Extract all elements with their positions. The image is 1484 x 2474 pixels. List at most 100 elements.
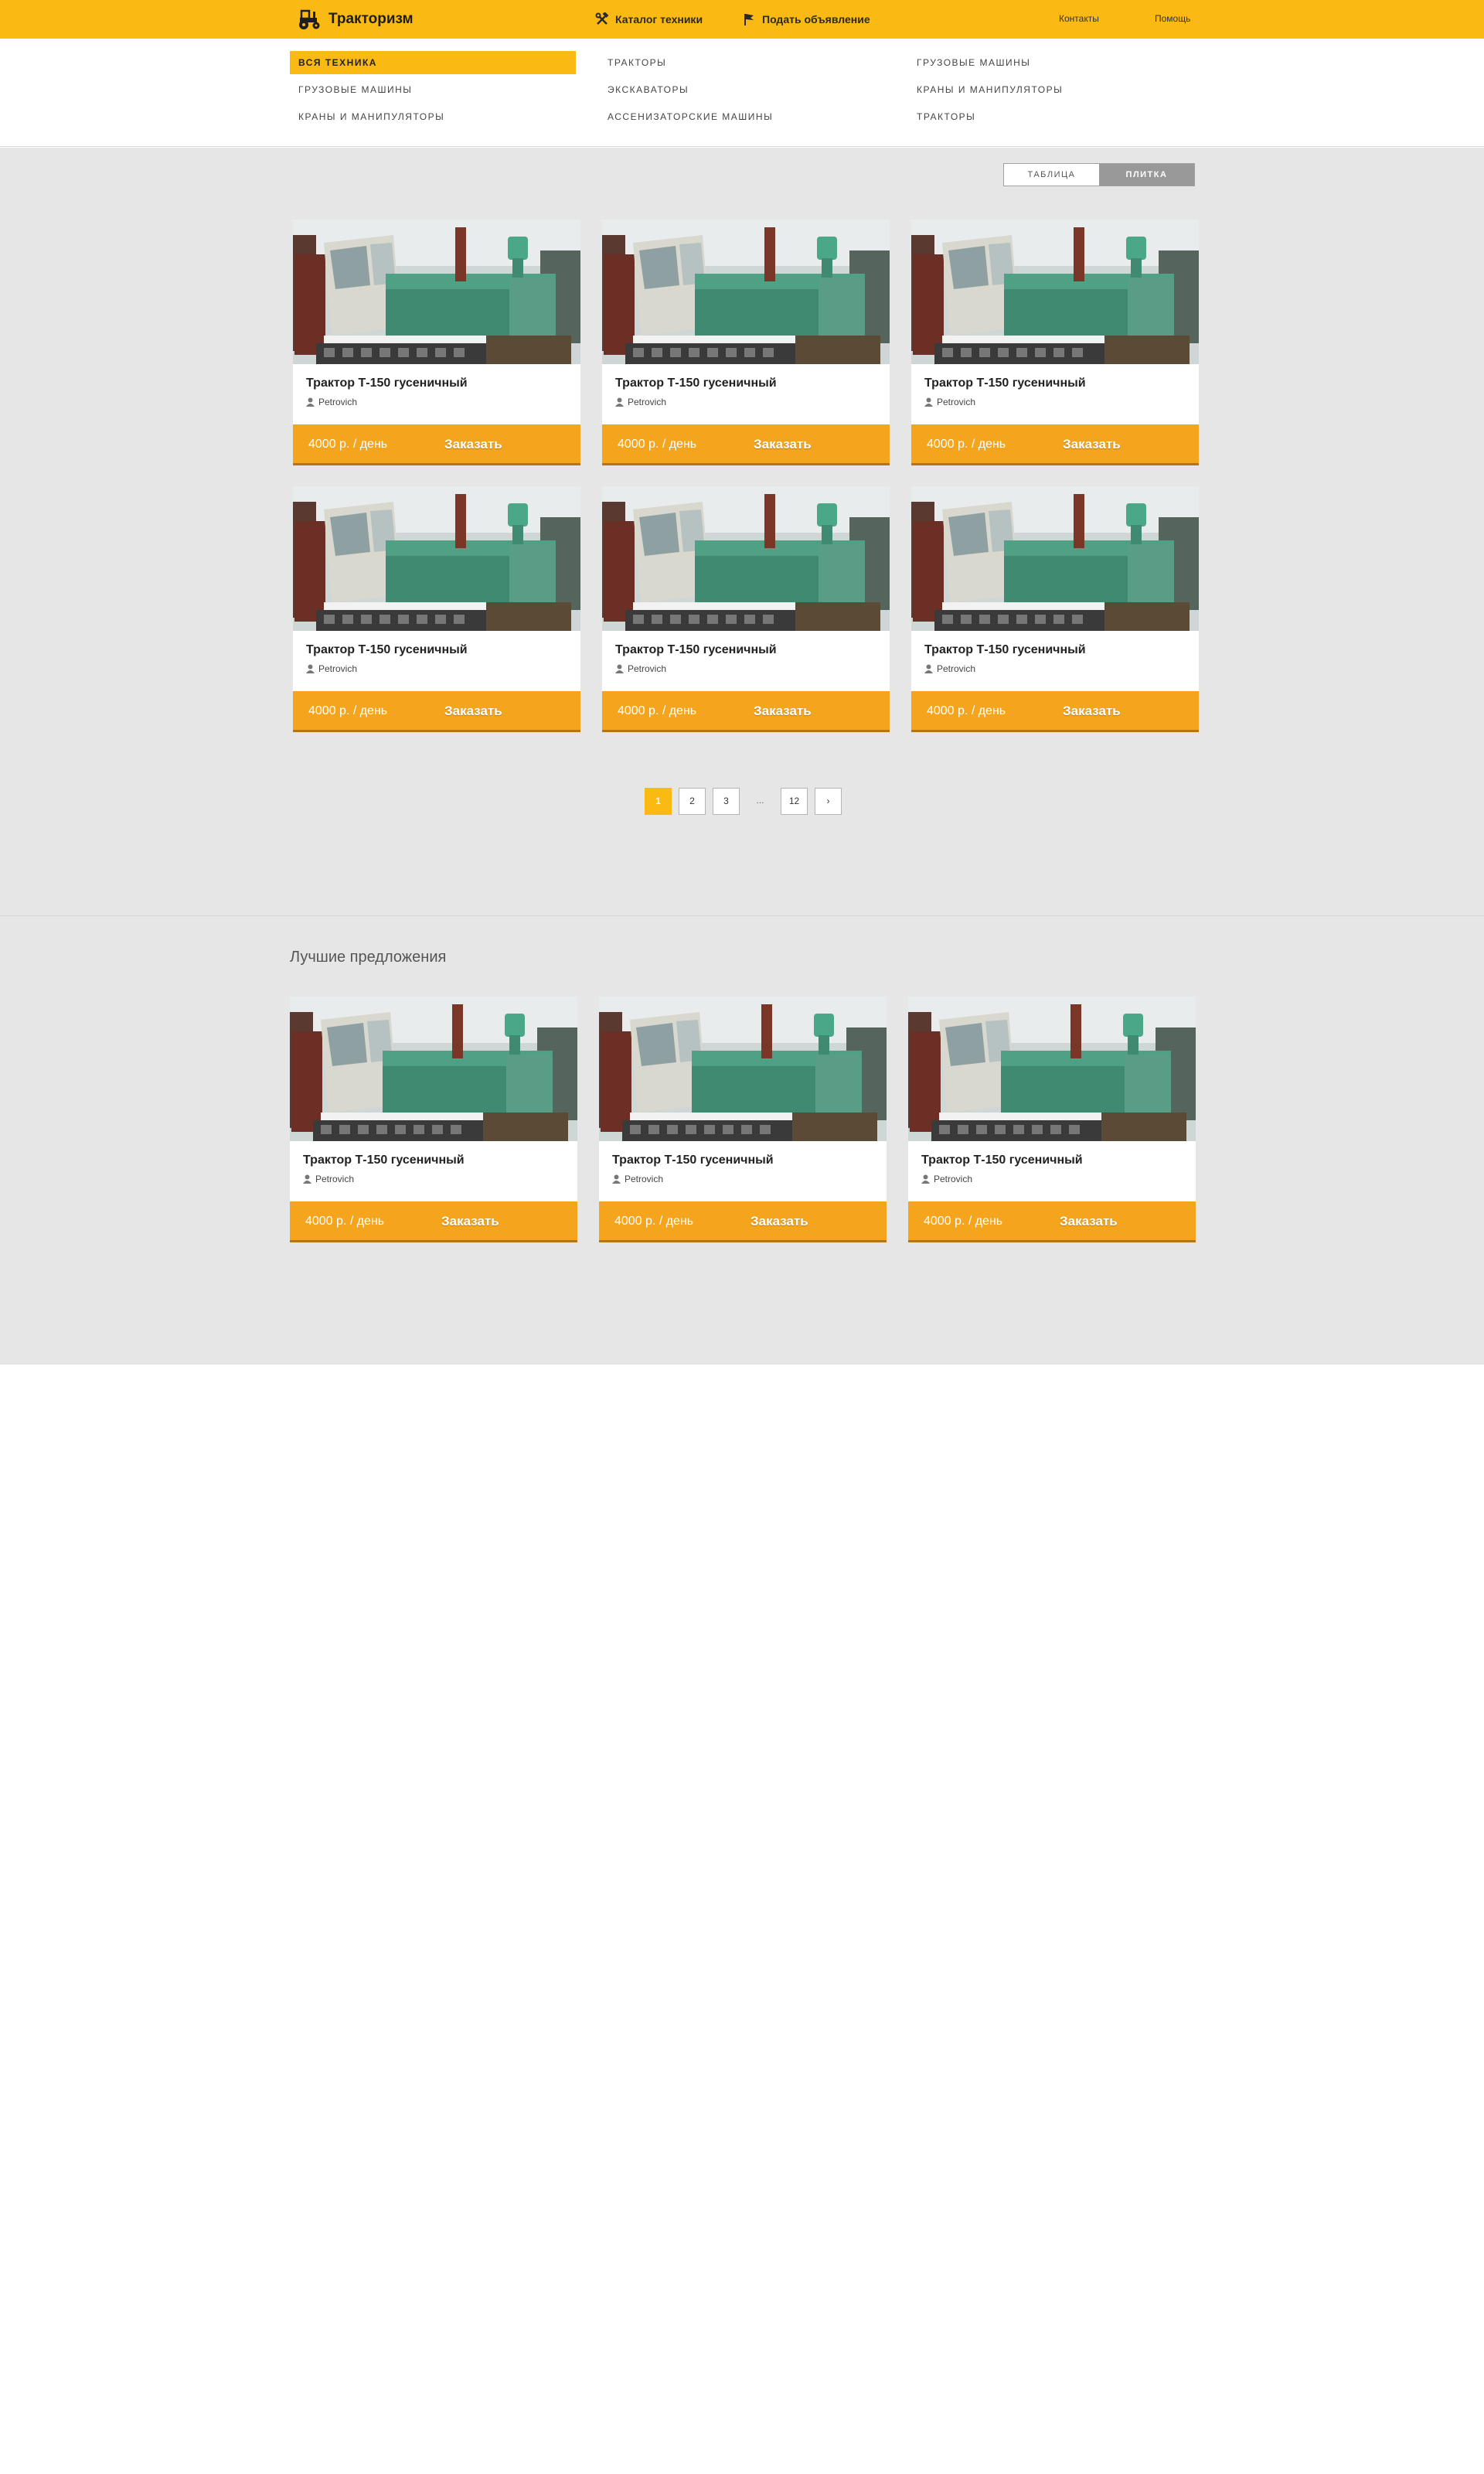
category-all[interactable]: Вся техника (290, 51, 576, 74)
pagination: 1 2 3 ... 12 › (645, 788, 842, 815)
logo[interactable]: Тракторизм (298, 9, 414, 30)
view-table-button[interactable]: Таблица (1004, 164, 1099, 186)
listing-price: 4000 р. / день (927, 438, 1006, 451)
flag-icon (744, 14, 754, 26)
contacts-link[interactable]: Контакты (1059, 13, 1099, 24)
offer-card[interactable]: Трактор Т-150 гусеничный Petrovich 4000 … (290, 997, 577, 1242)
order-button[interactable]: Заказать (444, 704, 502, 719)
page-2-button[interactable]: 2 (679, 788, 706, 815)
order-button[interactable]: Заказать (754, 704, 812, 719)
offer-title[interactable]: Трактор Т-150 гусеничный (612, 1154, 774, 1167)
offer-author: Petrovich (303, 1174, 354, 1184)
listing-title[interactable]: Трактор Т-150 гусеничный (306, 377, 468, 390)
category-tractors[interactable]: Тракторы (599, 51, 885, 74)
best-offers-section: Лучшие предложения Трактор Т-150 гусенич… (0, 915, 1484, 1365)
category-cranes[interactable]: Краны и манипуляторы (908, 78, 1194, 101)
tractor-photo (293, 486, 580, 631)
order-button[interactable]: Заказать (1063, 437, 1121, 452)
user-icon (924, 397, 933, 407)
listing-card[interactable]: Трактор Т-150 гусеничный Petrovich 4000 … (911, 486, 1199, 732)
listing-card[interactable]: Трактор Т-150 гусеничный Petrovich 4000 … (911, 220, 1199, 465)
category-cranes[interactable]: Краны и манипуляторы (290, 105, 576, 128)
help-link[interactable]: Помощь (1155, 13, 1190, 24)
best-offers-title: Лучшие предложения (290, 949, 447, 966)
offer-price: 4000 р. / день (614, 1215, 694, 1228)
listing-author-name: Petrovich (628, 397, 667, 407)
user-icon (924, 664, 933, 673)
category-tractors[interactable]: Тракторы (908, 105, 1194, 128)
offer-price: 4000 р. / день (305, 1215, 385, 1228)
page-ellipsis: ... (756, 795, 764, 806)
listing-price: 4000 р. / день (618, 438, 697, 451)
listing-card[interactable]: Трактор Т-150 гусеничный Petrovich 4000 … (602, 220, 890, 465)
listing-order-bar: 4000 р. / день Заказать (293, 424, 580, 465)
page-12-button[interactable]: 12 (781, 788, 808, 815)
order-button[interactable]: Заказать (1063, 704, 1121, 719)
listing-order-bar: 4000 р. / день Заказать (602, 424, 890, 465)
page-3-button[interactable]: 3 (713, 788, 740, 815)
tractor-photo (908, 997, 1196, 1141)
category-menu: Вся техника Тракторы Грузовые машины Гру… (0, 39, 1484, 147)
category-sewage-trucks[interactable]: Ассенизаторские машины (599, 105, 885, 128)
listing-card[interactable]: Трактор Т-150 гусеничный Petrovich 4000 … (293, 486, 580, 732)
view-toggle: Таблица Плитка (1003, 163, 1195, 186)
listing-title[interactable]: Трактор Т-150 гусеничный (924, 643, 1086, 657)
page-1-button[interactable]: 1 (645, 788, 672, 815)
listing-author: Petrovich (924, 397, 975, 407)
listing-card[interactable]: Трактор Т-150 гусеничный Petrovich 4000 … (602, 486, 890, 732)
listing-title[interactable]: Трактор Т-150 гусеничный (306, 643, 468, 657)
listing-author-name: Petrovich (318, 397, 358, 407)
listing-price: 4000 р. / день (308, 704, 388, 717)
offer-price: 4000 р. / день (924, 1215, 1003, 1228)
listing-author: Petrovich (306, 663, 357, 674)
category-excavators[interactable]: Экскаваторы (599, 78, 885, 101)
listing-author-name: Petrovich (937, 397, 976, 407)
listing-price: 4000 р. / день (618, 704, 697, 717)
offer-order-bar: 4000 р. / день Заказать (908, 1201, 1196, 1242)
user-icon (615, 664, 624, 673)
listing-author: Petrovich (615, 397, 666, 407)
logo-text: Тракторизм (328, 11, 414, 27)
listing-title[interactable]: Трактор Т-150 гусеничный (615, 377, 777, 390)
category-grid: Вся техника Тракторы Грузовые машины Гру… (290, 51, 1194, 128)
user-icon (615, 397, 624, 407)
listing-price: 4000 р. / день (927, 704, 1006, 717)
page-blank-area (0, 1365, 1484, 2474)
order-button[interactable]: Заказать (751, 1214, 808, 1229)
category-trucks[interactable]: Грузовые машины (290, 78, 576, 101)
listings-section: Таблица Плитка Трактор Т-150 гусеничный … (0, 148, 1484, 915)
offer-order-bar: 4000 р. / день Заказать (599, 1201, 887, 1242)
order-button[interactable]: Заказать (444, 437, 502, 452)
listing-order-bar: 4000 р. / день Заказать (293, 691, 580, 732)
user-icon (306, 397, 315, 407)
next-page-button[interactable]: › (815, 788, 842, 815)
listing-title[interactable]: Трактор Т-150 гусеничный (924, 377, 1086, 390)
listing-card[interactable]: Трактор Т-150 гусеничный Petrovich 4000 … (293, 220, 580, 465)
tractor-photo (602, 486, 890, 631)
listing-author-name: Petrovich (937, 663, 976, 674)
listing-author: Petrovich (306, 397, 357, 407)
offer-card[interactable]: Трактор Т-150 гусеничный Petrovich 4000 … (599, 997, 887, 1242)
user-icon (921, 1174, 930, 1184)
order-button[interactable]: Заказать (1060, 1214, 1118, 1229)
offer-title[interactable]: Трактор Т-150 гусеничный (303, 1154, 465, 1167)
top-header: Тракторизм Каталог техники Подать объявл… (0, 0, 1484, 39)
tractor-photo (911, 220, 1199, 364)
listing-price: 4000 р. / день (308, 438, 388, 451)
category-trucks[interactable]: Грузовые машины (908, 51, 1194, 74)
header-inner: Тракторизм Каталог техники Подать объявл… (290, 0, 1194, 39)
offer-author: Petrovich (612, 1174, 663, 1184)
order-button[interactable]: Заказать (754, 437, 812, 452)
offer-title[interactable]: Трактор Т-150 гусеничный (921, 1154, 1083, 1167)
order-button[interactable]: Заказать (441, 1214, 499, 1229)
post-ad-link[interactable]: Подать объявление (742, 12, 870, 26)
best-offers-grid: Трактор Т-150 гусеничный Petrovich 4000 … (290, 997, 1196, 1242)
offer-author-name: Petrovich (625, 1174, 664, 1184)
listing-title[interactable]: Трактор Т-150 гусеничный (615, 643, 777, 657)
tools-icon (595, 12, 609, 25)
catalog-link[interactable]: Каталог техники (595, 12, 703, 26)
tractor-photo (599, 997, 887, 1141)
view-tile-button[interactable]: Плитка (1099, 164, 1194, 186)
listing-grid: Трактор Т-150 гусеничный Petrovich 4000 … (293, 220, 1199, 732)
offer-card[interactable]: Трактор Т-150 гусеничный Petrovich 4000 … (908, 997, 1196, 1242)
